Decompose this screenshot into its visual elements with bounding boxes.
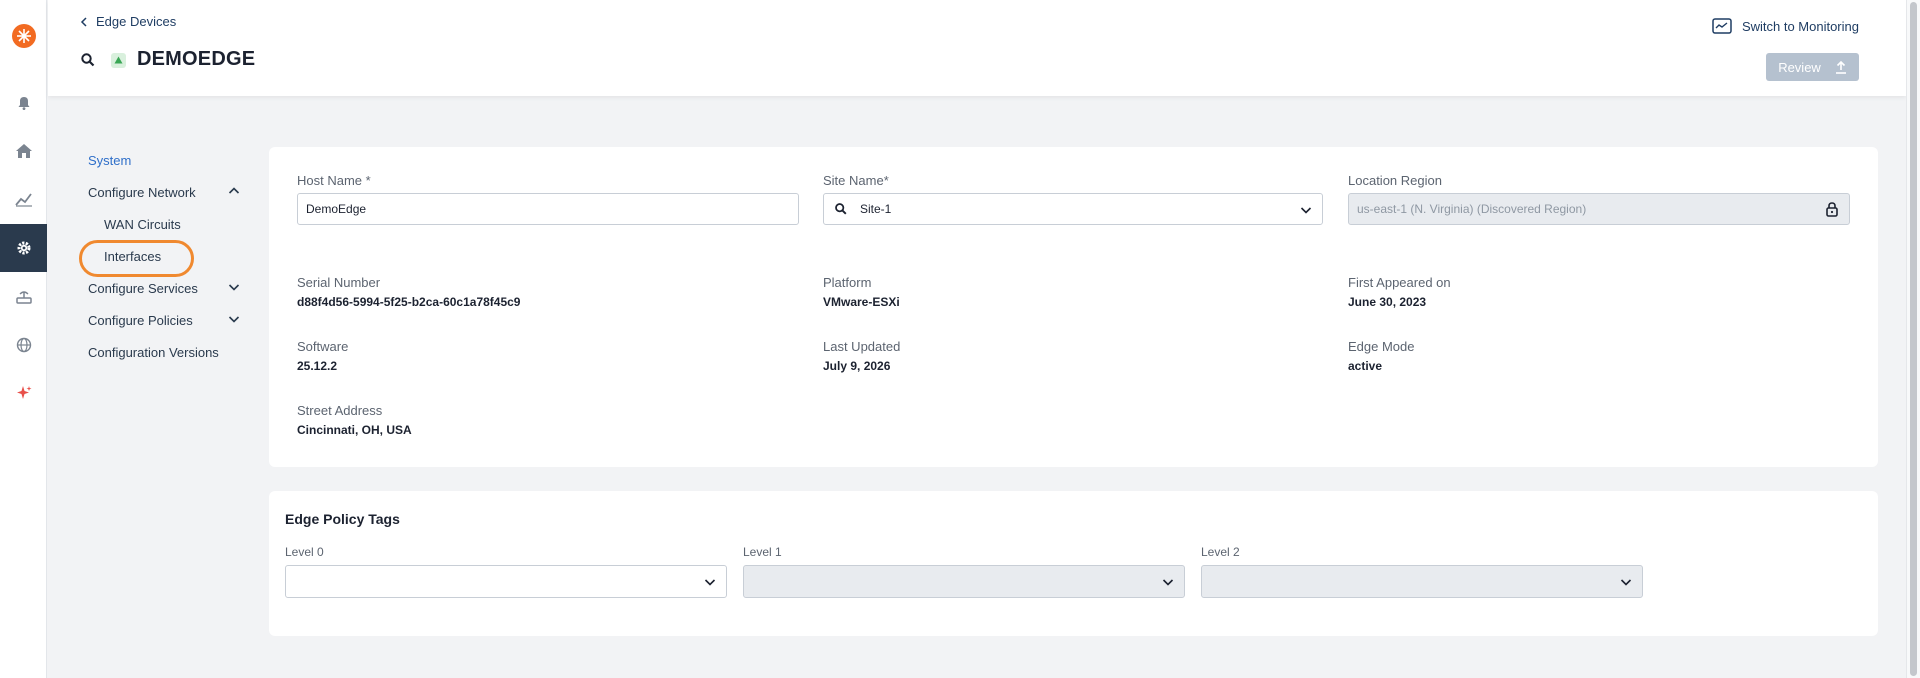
system-details-card: Host Name * DemoEdge Site Name* Site-1 L… — [269, 147, 1878, 467]
site-name-label: Site Name* — [823, 173, 889, 188]
scrollbar-thumb[interactable] — [1910, 2, 1917, 676]
breadcrumb[interactable]: Edge Devices — [80, 14, 176, 29]
brand-logo-icon[interactable] — [12, 24, 36, 48]
page-title: DEMOEDGE — [137, 48, 256, 70]
chevron-up-icon — [228, 187, 240, 194]
interfaces-highlight-annotation — [79, 240, 194, 277]
sparkle-icon[interactable] — [0, 369, 47, 417]
upload-icon — [1835, 60, 1846, 74]
subnav-configure-network-label: Configure Network — [88, 185, 196, 200]
subnav-configure-policies-label: Configure Policies — [88, 313, 193, 328]
chevron-down-icon — [1162, 579, 1174, 586]
icon-rail — [0, 0, 47, 678]
switch-to-monitoring-link[interactable]: Switch to Monitoring — [1712, 18, 1859, 34]
edge-mode-value: active — [1348, 359, 1383, 373]
software-value: 25.12.2 — [297, 359, 338, 373]
first-appeared-label: First Appeared on — [1348, 275, 1451, 290]
host-name-input[interactable]: DemoEdge — [297, 193, 799, 225]
switch-to-monitoring-label: Switch to Monitoring — [1741, 18, 1859, 34]
bell-icon[interactable] — [0, 79, 47, 127]
search-icon[interactable] — [80, 52, 96, 68]
chevron-down-icon — [228, 284, 240, 291]
host-name-value: DemoEdge — [306, 202, 367, 216]
status-up-icon — [111, 53, 126, 68]
level-2-select — [1201, 565, 1643, 598]
subnav-system[interactable]: System — [88, 151, 131, 171]
chart-line-icon[interactable] — [0, 175, 47, 223]
site-name-value: Site-1 — [860, 202, 892, 216]
page-scrollbar[interactable] — [1906, 0, 1920, 678]
level-1-select — [743, 565, 1185, 598]
search-icon — [835, 203, 847, 215]
subnav-configure-services-label: Configure Services — [88, 281, 198, 296]
level-1-label: Level 1 — [743, 545, 782, 559]
location-region-label: Location Region — [1348, 173, 1442, 188]
monitor-icon — [1712, 18, 1732, 34]
software-label: Software — [297, 339, 349, 354]
edge-policy-tags-card: Edge Policy Tags Level 0 Level 1 Level 2 — [269, 491, 1878, 636]
subnav-wan-circuits[interactable]: WAN Circuits — [104, 215, 181, 235]
page-header: Edge Devices DEMOEDGE Switch to Monitori… — [48, 0, 1906, 96]
chevron-down-icon — [228, 316, 240, 323]
platform-label: Platform — [823, 275, 872, 290]
globe-network-icon[interactable] — [0, 321, 47, 369]
chevron-left-icon — [80, 16, 87, 27]
subnav-configure-network[interactable]: Configure Network — [88, 183, 240, 203]
home-icon[interactable] — [0, 127, 47, 175]
serial-number-label: Serial Number — [297, 275, 381, 290]
platform-value: VMware-ESXi — [823, 295, 900, 309]
chevron-down-icon — [704, 579, 716, 586]
site-name-select[interactable]: Site-1 — [823, 193, 1323, 225]
chevron-down-icon — [1300, 207, 1312, 214]
subnav-configure-policies[interactable]: Configure Policies — [88, 311, 240, 331]
policy-tags-title: Edge Policy Tags — [285, 511, 400, 527]
last-updated-label: Last Updated — [823, 339, 901, 354]
location-region-input: us-east-1 (N. Virginia) (Discovered Regi… — [1348, 193, 1850, 225]
first-appeared-value: June 30, 2023 — [1348, 295, 1427, 309]
edge-mode-label: Edge Mode — [1348, 339, 1415, 354]
host-name-label: Host Name * — [297, 173, 371, 188]
lock-icon — [1826, 202, 1838, 217]
location-region-value: us-east-1 (N. Virginia) (Discovered Regi… — [1357, 202, 1587, 216]
subnav-configuration-versions[interactable]: Configuration Versions — [88, 343, 219, 363]
review-button-label: Review — [1778, 59, 1821, 75]
serial-number-value: d88f4d56-5994-5f25-b2ca-60c1a78f45c9 — [297, 295, 521, 309]
level-2-label: Level 2 — [1201, 545, 1240, 559]
street-address-value: Cincinnati, OH, USA — [297, 423, 412, 437]
gear-icon[interactable] — [0, 224, 47, 272]
level-0-select[interactable] — [285, 565, 727, 598]
street-address-label: Street Address — [297, 403, 383, 418]
review-button[interactable]: Review — [1766, 53, 1859, 81]
breadcrumb-edge-devices[interactable]: Edge Devices — [96, 14, 176, 29]
subnav-configure-services[interactable]: Configure Services — [88, 279, 240, 299]
router-icon[interactable] — [0, 273, 47, 321]
level-0-label: Level 0 — [285, 545, 324, 559]
last-updated-value: July 9, 2026 — [823, 359, 891, 373]
chevron-down-icon — [1620, 579, 1632, 586]
